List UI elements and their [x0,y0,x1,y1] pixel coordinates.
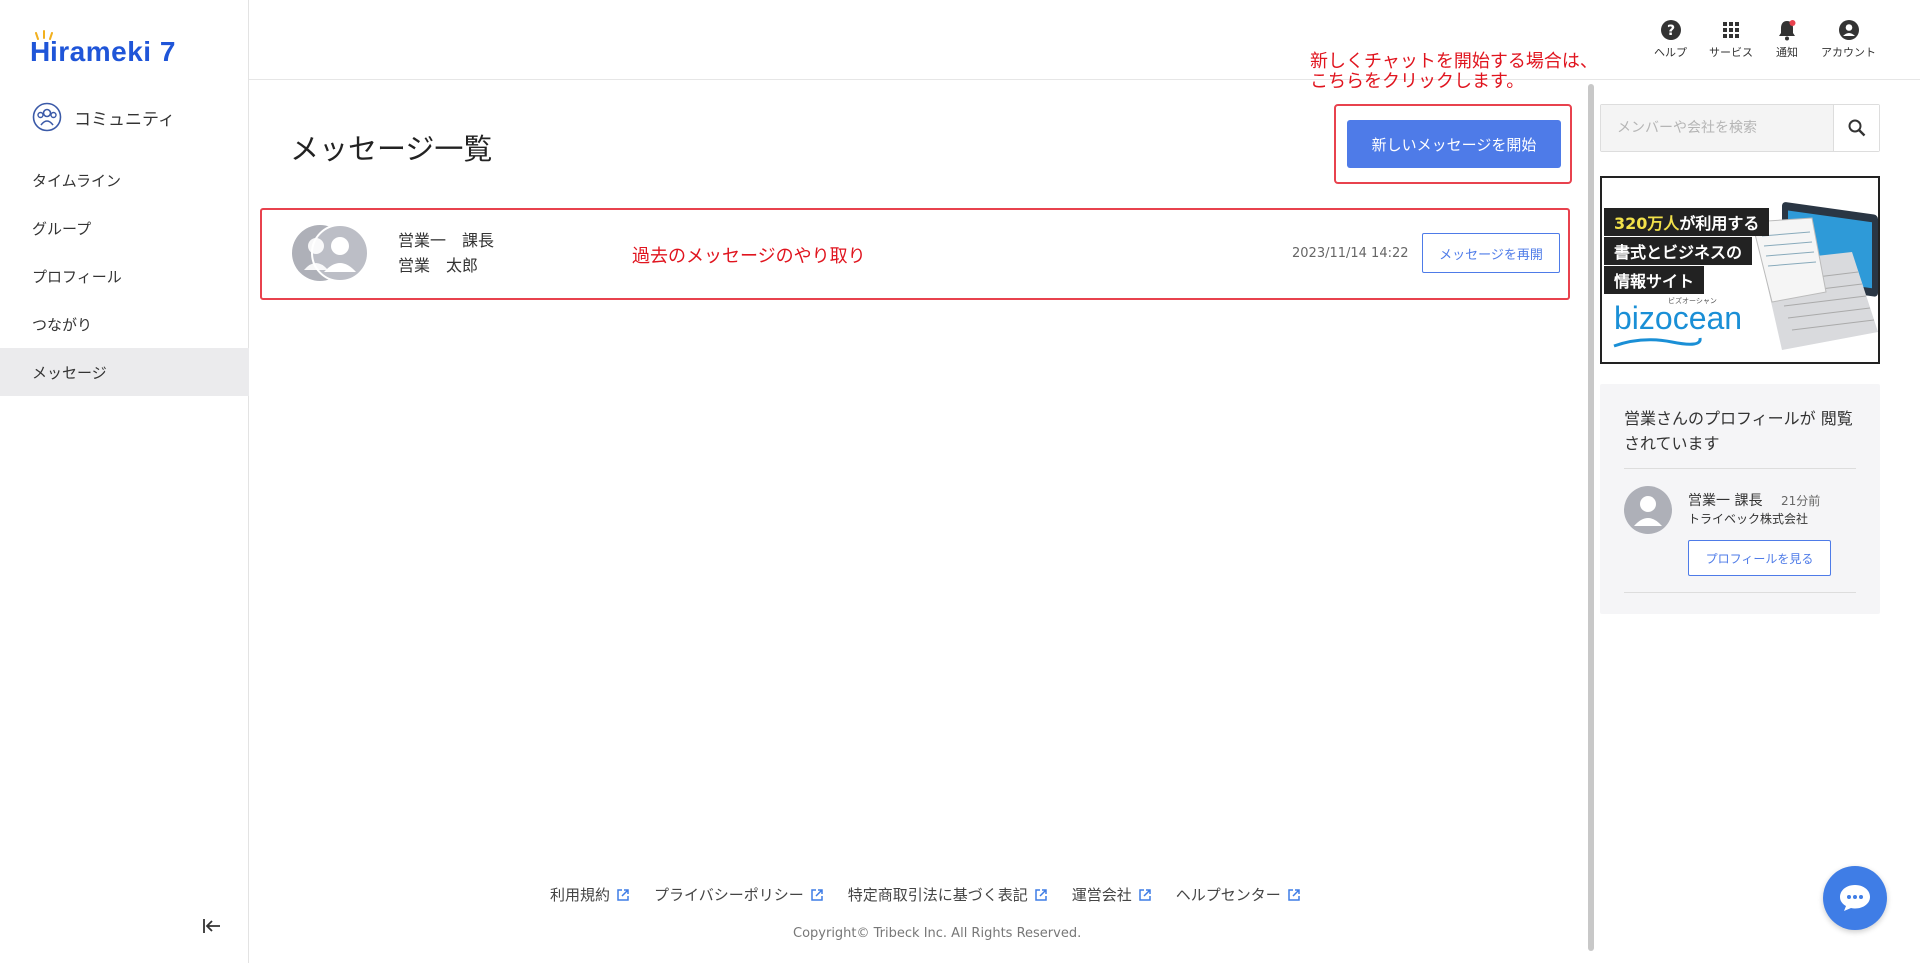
annotation-history: 過去のメッセージのやり取り [632,246,866,267]
help-label: ヘルプ [1654,46,1687,59]
viewer-time: 21分前 [1781,494,1821,508]
participant-name: 営業 太郎 [398,256,479,275]
services-button[interactable]: サービス [1709,18,1753,60]
community-icon [32,102,62,132]
footer-links: 利用規約 プライバシーポリシー 特定商取引法に基づく表記 運営会社 ヘルプセンタ… [550,884,1301,905]
external-link-icon [1034,888,1047,901]
bell-icon [1779,20,1796,41]
chat-support-button[interactable] [1823,866,1887,930]
viewers-title: 営業さんのプロフィールが 閲覧されています [1624,409,1853,453]
account-button[interactable]: アカウント [1821,18,1876,60]
bizocean-logo: bizocean [1614,300,1743,336]
page-title: メッセージ一覧 [290,132,493,166]
footer-link-privacy[interactable]: プライバシーポリシー [654,884,824,905]
search-icon [1848,119,1865,137]
account-label: アカウント [1821,46,1876,59]
account-icon [1838,20,1859,40]
external-link-icon [1139,888,1151,901]
new-message-button[interactable]: 新しいメッセージを開始 [1347,120,1561,168]
divider [1624,468,1856,469]
search-button[interactable] [1833,105,1879,151]
sidebar: H irameki 7 コミュニティ タイムライン グループ プロフィール つな… [0,0,249,963]
search-input[interactable] [1601,105,1833,151]
notifications-label: 通知 [1776,46,1798,59]
help-icon: ? [1660,20,1681,40]
footer-link-terms[interactable]: 利用規約 [550,884,630,905]
services-label: サービス [1709,46,1753,59]
sidebar-item-messages[interactable]: メッセージ [0,348,249,396]
top-bar: ? ヘルプ サービス 通知 アカウント [249,0,1920,80]
community-label: コミュニティ [74,109,175,130]
bizocean-banner[interactable]: 320万人が利用する 書式とビジネスの 情報サイト ビズオーシャン bizoce… [1600,176,1880,364]
thread-participants: 営業一 課長 営業 太郎 [398,228,494,278]
community-link[interactable]: コミュニティ [32,102,175,132]
footer-link-help-center[interactable]: ヘルプセンター [1176,884,1301,905]
external-link-icon [617,888,629,901]
annotation-new-message: 新しくチャットを開始する場合は、 こちらをクリックします。 [1310,51,1598,92]
banner-wave-icon [1613,337,1702,348]
banner-line2: 書式とビジネスの [1604,237,1753,265]
footer-link-tokushoho[interactable]: 特定商取引法に基づく表記 [848,884,1048,905]
member-search [1600,104,1880,152]
footer-link-company[interactable]: 運営会社 [1072,884,1152,905]
profile-viewers-panel: 営業さんのプロフィールが 閲覧されています 営業一 課長 21分前 トライベック… [1600,384,1880,614]
avatar[interactable] [1624,486,1672,534]
svg-text:?: ? [1666,23,1674,39]
external-link-icon [810,888,823,901]
chat-bubble-icon [1840,885,1870,911]
sidebar-item-groups[interactable]: グループ [0,204,249,252]
viewer-name[interactable]: 営業一 課長 [1688,490,1762,510]
external-link-icon [1288,888,1300,901]
participant-name: 営業一 課長 [398,231,495,250]
banner-line3: 情報サイト [1604,266,1705,294]
thread-date: 2023/11/14 14:22 [1292,246,1409,261]
main-scrollbar[interactable] [1588,84,1594,951]
resume-message-button[interactable]: メッセージを再開 [1422,233,1560,273]
sidebar-nav: タイムライン グループ プロフィール つながり メッセージ [0,156,249,396]
sidebar-item-timeline[interactable]: タイムライン [0,156,249,204]
sidebar-item-profile[interactable]: プロフィール [0,252,249,300]
view-profile-button[interactable]: プロフィールを見る [1688,540,1831,576]
grid-icon [1723,22,1739,38]
copyright: Copyright© Tribeck Inc. All Rights Reser… [793,926,1082,941]
collapse-sidebar-icon[interactable] [200,914,224,938]
logo-text: irameki 7 [50,36,176,67]
help-button[interactable]: ? ヘルプ [1654,18,1687,60]
message-thread-row[interactable]: 営業一 課長 営業 太郎 過去のメッセージのやり取り 2023/11/14 14… [260,208,1570,300]
notifications-button[interactable]: 通知 [1775,18,1799,60]
divider [1624,592,1856,593]
banner-line1: 320万人が利用する [1604,208,1770,236]
group-avatar-icon [292,224,369,282]
viewer-company: トライベック株式会社 [1688,512,1809,526]
sidebar-item-connections[interactable]: つながり [0,300,249,348]
app-logo[interactable]: H irameki 7 [30,30,200,70]
